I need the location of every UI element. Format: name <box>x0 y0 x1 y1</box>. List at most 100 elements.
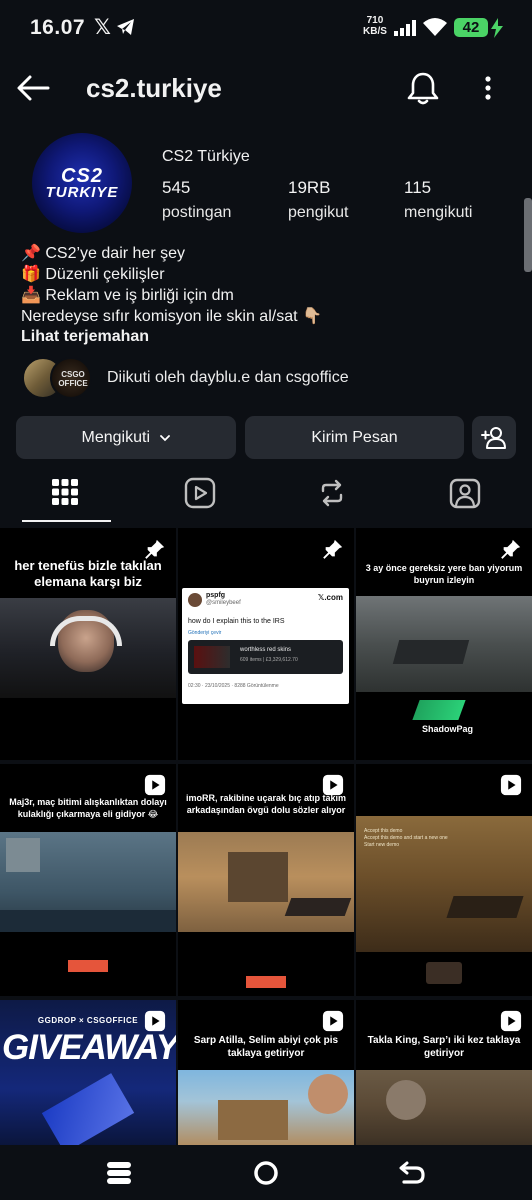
console-line: Accept this demo <box>364 828 403 834</box>
grid-post[interactable]: GGDROP × CSGOFFICE GIVEAWAY <box>0 1000 176 1148</box>
tab-tagged[interactable] <box>415 471 515 523</box>
network-speed: 710 KB/S <box>363 15 387 37</box>
status-bar: 16.07 𝕏 710 KB/S 42 <box>0 0 532 58</box>
post-thumbnail: Accept this demo Accept this demo and st… <box>356 816 532 952</box>
stat-label: postingan <box>162 204 232 221</box>
home-icon[interactable] <box>251 1159 281 1187</box>
reel-icon <box>322 774 344 796</box>
tweet-translate: Gönderiyi çevir <box>188 630 222 636</box>
charging-bolt-icon <box>491 18 503 38</box>
shadowpag-logo: ShadowPag <box>422 724 474 734</box>
weapon-figure <box>446 896 524 918</box>
send-message-button[interactable]: Kirim Pesan <box>245 416 464 459</box>
tab-posts-grid[interactable] <box>16 471 116 523</box>
console-line: Start new demo <box>364 842 400 848</box>
reel-icon <box>500 774 522 796</box>
tagged-person-icon <box>449 478 481 509</box>
add-person-icon <box>481 427 506 449</box>
decor-bar <box>246 976 286 988</box>
avatar-logo-line2: TURKIYE <box>45 184 119 201</box>
followed-by-row[interactable]: CSGO OFFICE Diikuti oleh dayblu.e dan cs… <box>22 357 502 401</box>
doorway <box>228 852 288 902</box>
tab-reels[interactable] <box>150 471 250 523</box>
grid-post[interactable]: 3 ay önce gereksiz yere ban yiyorum buyr… <box>356 528 532 760</box>
tweet-handle: @smileybeef <box>206 600 241 606</box>
bio-line: 📥 Reklam ve iş birliği için dm <box>21 287 234 304</box>
bio-line: 🎁 Düzenli çekilişler <box>21 266 165 283</box>
stat-followers[interactable]: 19RB pengikut <box>288 178 349 222</box>
post-caption: her tenefüs bizle takılan elemana karşı … <box>14 558 162 589</box>
demo-console: Accept this demo Accept this demo and st… <box>364 828 448 849</box>
tweet-footer: 02:30 · 23/10/2025 · 8288 Görüntülenme <box>188 683 279 689</box>
post-thumbnail <box>178 832 354 932</box>
bio-line: Neredeyse sıfır komisyon ile skin al/sat… <box>21 308 322 325</box>
tweet-name: pspfg <box>206 592 226 599</box>
active-tab-indicator <box>22 520 111 522</box>
grid-post[interactable]: imoRR, rakibine uçarak bıç atıp takım ar… <box>178 764 354 996</box>
grid-post[interactable]: pspfg @smileybeef 𝕏.com how do I explain… <box>178 528 354 760</box>
decor-bar <box>68 960 108 972</box>
hud-bar <box>0 910 176 932</box>
profile-avatar[interactable]: CS2 TURKIYE <box>32 133 132 233</box>
followed-by-text: Diikuti oleh dayblu.e dan csgoffice <box>107 369 349 386</box>
following-button[interactable]: Mengikuti <box>16 416 236 459</box>
repost-icon <box>321 479 343 507</box>
follower-avatar: CSGO OFFICE <box>50 357 92 399</box>
reel-icon <box>144 774 166 796</box>
inventory-sub: 609 items | £3,329,612.70 <box>240 657 298 663</box>
send-message-label: Kirim Pesan <box>311 429 398 446</box>
reel-icon <box>500 1010 522 1032</box>
scrollbar-thumb[interactable] <box>524 198 532 272</box>
headset-figure <box>50 616 122 646</box>
tweet-text: how do I explain this to the IRS <box>188 618 285 625</box>
tweet-avatar <box>188 593 202 607</box>
facecam <box>308 1074 348 1114</box>
notification-bell-icon[interactable] <box>406 70 440 106</box>
speed-value: 710 <box>366 15 384 26</box>
knife-figure <box>41 1073 135 1148</box>
stat-following[interactable]: 115 mengikuti <box>404 178 472 222</box>
grid-post[interactable]: Accept this demo Accept this demo and st… <box>356 764 532 996</box>
back-nav-icon[interactable] <box>397 1159 427 1187</box>
recent-apps-icon[interactable] <box>104 1159 134 1187</box>
grid-post[interactable]: her tenefüs bizle takılan elemana karşı … <box>0 528 176 760</box>
post-caption: GIVEAWAY <box>2 1028 176 1067</box>
pin-icon <box>501 539 521 559</box>
grid-post[interactable]: Maj3r, maç bitimi alışkanlıktan dolayı k… <box>0 764 176 996</box>
x-app-icon: 𝕏 <box>94 16 111 39</box>
wifi-icon <box>423 18 447 36</box>
stat-value: 545 <box>162 178 191 197</box>
back-arrow-icon[interactable] <box>14 70 52 106</box>
pin-icon <box>323 539 343 559</box>
post-thumbnail <box>356 596 532 692</box>
chevron-down-icon <box>160 434 171 442</box>
see-translation-link[interactable]: Lihat terjemahan <box>21 328 149 346</box>
speed-unit: KB/S <box>363 26 387 37</box>
x-brand-label: 𝕏.com <box>317 593 343 602</box>
reels-icon <box>184 477 216 509</box>
stat-posts[interactable]: 545 postingan <box>162 178 231 222</box>
post-caption: Takla King, Sarp’ı iki kez taklaya getir… <box>367 1035 521 1059</box>
stat-value: 115 <box>404 178 432 197</box>
status-time: 16.07 <box>30 16 86 39</box>
post-thumbnail <box>0 598 176 698</box>
grid-post[interactable]: Takla King, Sarp’ı iki kez taklaya getir… <box>356 1000 532 1148</box>
profile-username: cs2.turkiye <box>86 73 222 103</box>
stat-label: pengikut <box>288 204 349 221</box>
minimap <box>6 838 40 872</box>
reel-icon <box>322 1010 344 1032</box>
weapon-figure <box>284 898 352 916</box>
grid-post[interactable]: Sarp Atilla, Selim abiyi çok pis taklaya… <box>178 1000 354 1148</box>
post-caption: Maj3r, maç bitimi alışkanlıktan dolayı k… <box>9 797 167 819</box>
display-name: CS2 Türkiye <box>162 148 250 165</box>
profile-bio: 📌 CS2’ye dair her şey 🎁 Düzenli çekilişl… <box>21 243 521 327</box>
more-options-icon[interactable] <box>476 72 500 104</box>
telegram-icon <box>117 19 134 35</box>
stat-label: mengikuti <box>404 204 473 221</box>
suggested-users-button[interactable] <box>472 416 516 459</box>
facecam <box>386 1080 426 1120</box>
reel-icon <box>144 1010 166 1032</box>
building <box>218 1100 288 1140</box>
console-line: Accept this demo and start a new one <box>364 835 448 841</box>
tab-reposts[interactable] <box>282 471 382 523</box>
